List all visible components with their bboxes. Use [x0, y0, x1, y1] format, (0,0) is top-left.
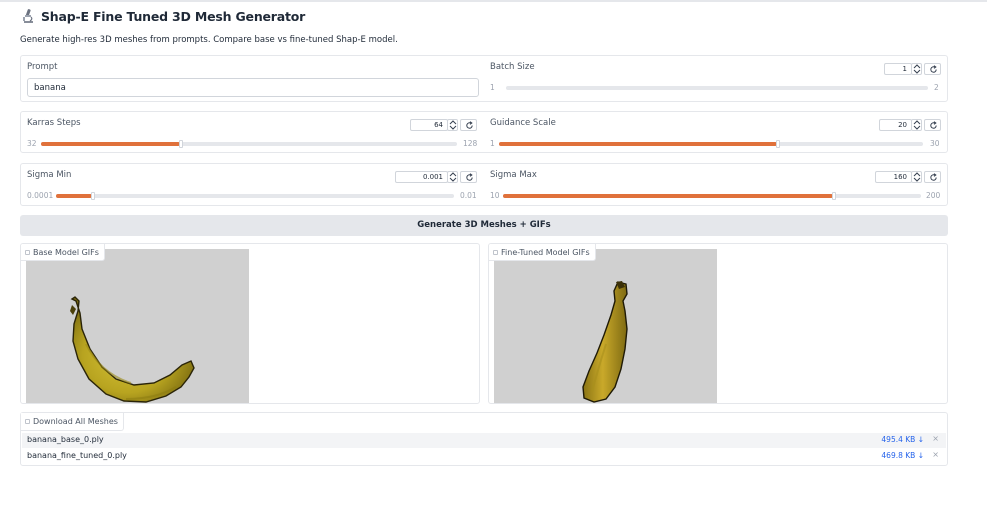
karras-steps-reset-button[interactable]: [460, 119, 477, 131]
prompt-label: Prompt: [27, 62, 58, 72]
page-header: Shap-E Fine Tuned 3D Mesh Generator: [21, 8, 305, 24]
reset-icon: [466, 173, 473, 181]
guidance-scale-slider-fill: [499, 142, 777, 146]
karras-steps-slider-fill: [41, 142, 180, 146]
sigma-max-slider-fill: [503, 194, 833, 198]
base-gallery-label: Base Model GIFs: [21, 244, 105, 261]
sigma-max-min: 10: [490, 191, 500, 200]
fine-tuned-model-gif[interactable]: [494, 249, 717, 403]
base-model-gif[interactable]: [26, 249, 249, 403]
file-icon: [25, 419, 30, 424]
guidance-scale-max: 30: [930, 139, 940, 148]
guidance-scale-min: 1: [490, 139, 495, 148]
reset-icon: [930, 121, 937, 129]
sigma-min-slider-fill: [56, 194, 92, 198]
generate-button[interactable]: Generate 3D Meshes + GIFs: [20, 215, 948, 236]
batch-size-reset-button[interactable]: [924, 63, 941, 75]
base-model-gallery: Base Model GIFs: [20, 243, 480, 404]
file-row[interactable]: banana_base_0.ply 495.4 KB ↓ ×: [22, 433, 946, 448]
batch-size-max: 2: [934, 83, 939, 92]
reset-icon: [930, 65, 937, 73]
karras-steps-max: 128: [463, 139, 478, 148]
karras-steps-spinner[interactable]: [447, 119, 458, 131]
spin-arrows-icon: [449, 120, 457, 130]
file-name[interactable]: banana_base_0.ply: [27, 435, 104, 444]
slider-thumb[interactable]: [179, 140, 183, 148]
slider-thumb[interactable]: [776, 140, 780, 148]
karras-steps-min: 32: [27, 139, 37, 148]
karras-steps-slider[interactable]: [41, 140, 457, 148]
spin-arrows-icon: [913, 120, 921, 130]
sigma-panel: Sigma Min 0.001 0.0001 0.01 Sigma Max 16…: [20, 163, 948, 206]
batch-size-label: Batch Size: [490, 62, 535, 72]
image-icon: [493, 249, 498, 255]
guidance-scale-block: Guidance Scale 20 1 30: [484, 112, 947, 152]
base-gallery-label-text: Base Model GIFs: [33, 247, 99, 257]
fine-tuned-model-gallery: Fine-Tuned Model GIFs: [488, 243, 948, 404]
close-icon[interactable]: ×: [932, 434, 939, 443]
guidance-scale-number-input[interactable]: 20: [879, 119, 912, 131]
steps-guidance-panel: Karras Steps 64 32 128 Guidance Scale 20…: [20, 111, 948, 153]
batch-size-min: 1: [490, 83, 495, 92]
image-icon: [25, 249, 30, 255]
karras-steps-label: Karras Steps: [27, 118, 81, 128]
file-row[interactable]: banana_fine_tuned_0.ply 469.8 KB ↓ ×: [22, 449, 946, 464]
spin-arrows-icon: [913, 64, 921, 74]
download-meshes-label-text: Download All Meshes: [33, 417, 118, 426]
sigma-max-number-input[interactable]: 160: [875, 171, 912, 183]
slider-thumb[interactable]: [91, 192, 95, 200]
batch-size-block: Batch Size 1 1 2: [484, 56, 947, 101]
slider-thumb[interactable]: [832, 192, 836, 200]
guidance-scale-label: Guidance Scale: [490, 118, 556, 128]
reset-icon: [930, 173, 937, 181]
file-size-download-link[interactable]: 469.8 KB ↓: [881, 451, 924, 460]
top-divider: [0, 0, 987, 2]
spin-arrows-icon: [913, 172, 921, 182]
karras-steps-number-input[interactable]: 64: [410, 119, 448, 131]
batch-size-number-input[interactable]: 1: [884, 63, 912, 75]
sigma-min-label: Sigma Min: [27, 170, 72, 180]
page-subtitle: Generate high-res 3D meshes from prompts…: [20, 35, 398, 45]
file-size-download-link[interactable]: 495.4 KB ↓: [881, 435, 924, 444]
sigma-max-reset-button[interactable]: [924, 171, 941, 183]
sigma-min-spinner[interactable]: [447, 171, 458, 183]
guidance-scale-spinner[interactable]: [911, 119, 922, 131]
sigma-max-spinner[interactable]: [911, 171, 922, 183]
batch-size-slider[interactable]: [506, 86, 928, 90]
batch-size-spinner[interactable]: [911, 63, 922, 75]
prompt-batch-panel: Prompt banana Batch Size 1 1 2: [20, 55, 948, 102]
sigma-max-label: Sigma Max: [490, 170, 537, 180]
karras-steps-block: Karras Steps 64 32 128: [21, 112, 484, 152]
file-name[interactable]: banana_fine_tuned_0.ply: [27, 451, 127, 460]
page-title: Shap-E Fine Tuned 3D Mesh Generator: [41, 8, 306, 24]
sigma-min-slider[interactable]: [56, 192, 454, 200]
sigma-max-max: 200: [926, 191, 941, 200]
sigma-min-max: 0.01: [460, 191, 477, 200]
guidance-scale-reset-button[interactable]: [924, 119, 941, 131]
fine-tuned-gallery-label-text: Fine-Tuned Model GIFs: [501, 247, 590, 257]
fine-tuned-gallery-label: Fine-Tuned Model GIFs: [489, 244, 596, 261]
guidance-scale-slider[interactable]: [499, 140, 923, 148]
banana-fine-tuned-image: [582, 281, 628, 403]
prompt-block: Prompt banana: [21, 56, 484, 101]
sigma-min-reset-button[interactable]: [460, 171, 477, 183]
prompt-input[interactable]: banana: [27, 78, 479, 97]
sigma-min-block: Sigma Min 0.001 0.0001 0.01: [21, 164, 484, 205]
spin-arrows-icon: [449, 172, 457, 182]
banana-base-image: [70, 296, 195, 403]
download-meshes-panel: Download All Meshes banana_base_0.ply 49…: [20, 412, 948, 466]
microscope-icon: [21, 8, 35, 24]
sigma-max-slider[interactable]: [503, 192, 921, 200]
reset-icon: [466, 121, 473, 129]
sigma-max-block: Sigma Max 160 10 200: [484, 164, 947, 205]
sigma-min-min: 0.0001: [27, 191, 54, 200]
download-meshes-label: Download All Meshes: [21, 413, 124, 431]
sigma-min-number-input[interactable]: 0.001: [395, 171, 448, 183]
close-icon[interactable]: ×: [932, 450, 939, 459]
